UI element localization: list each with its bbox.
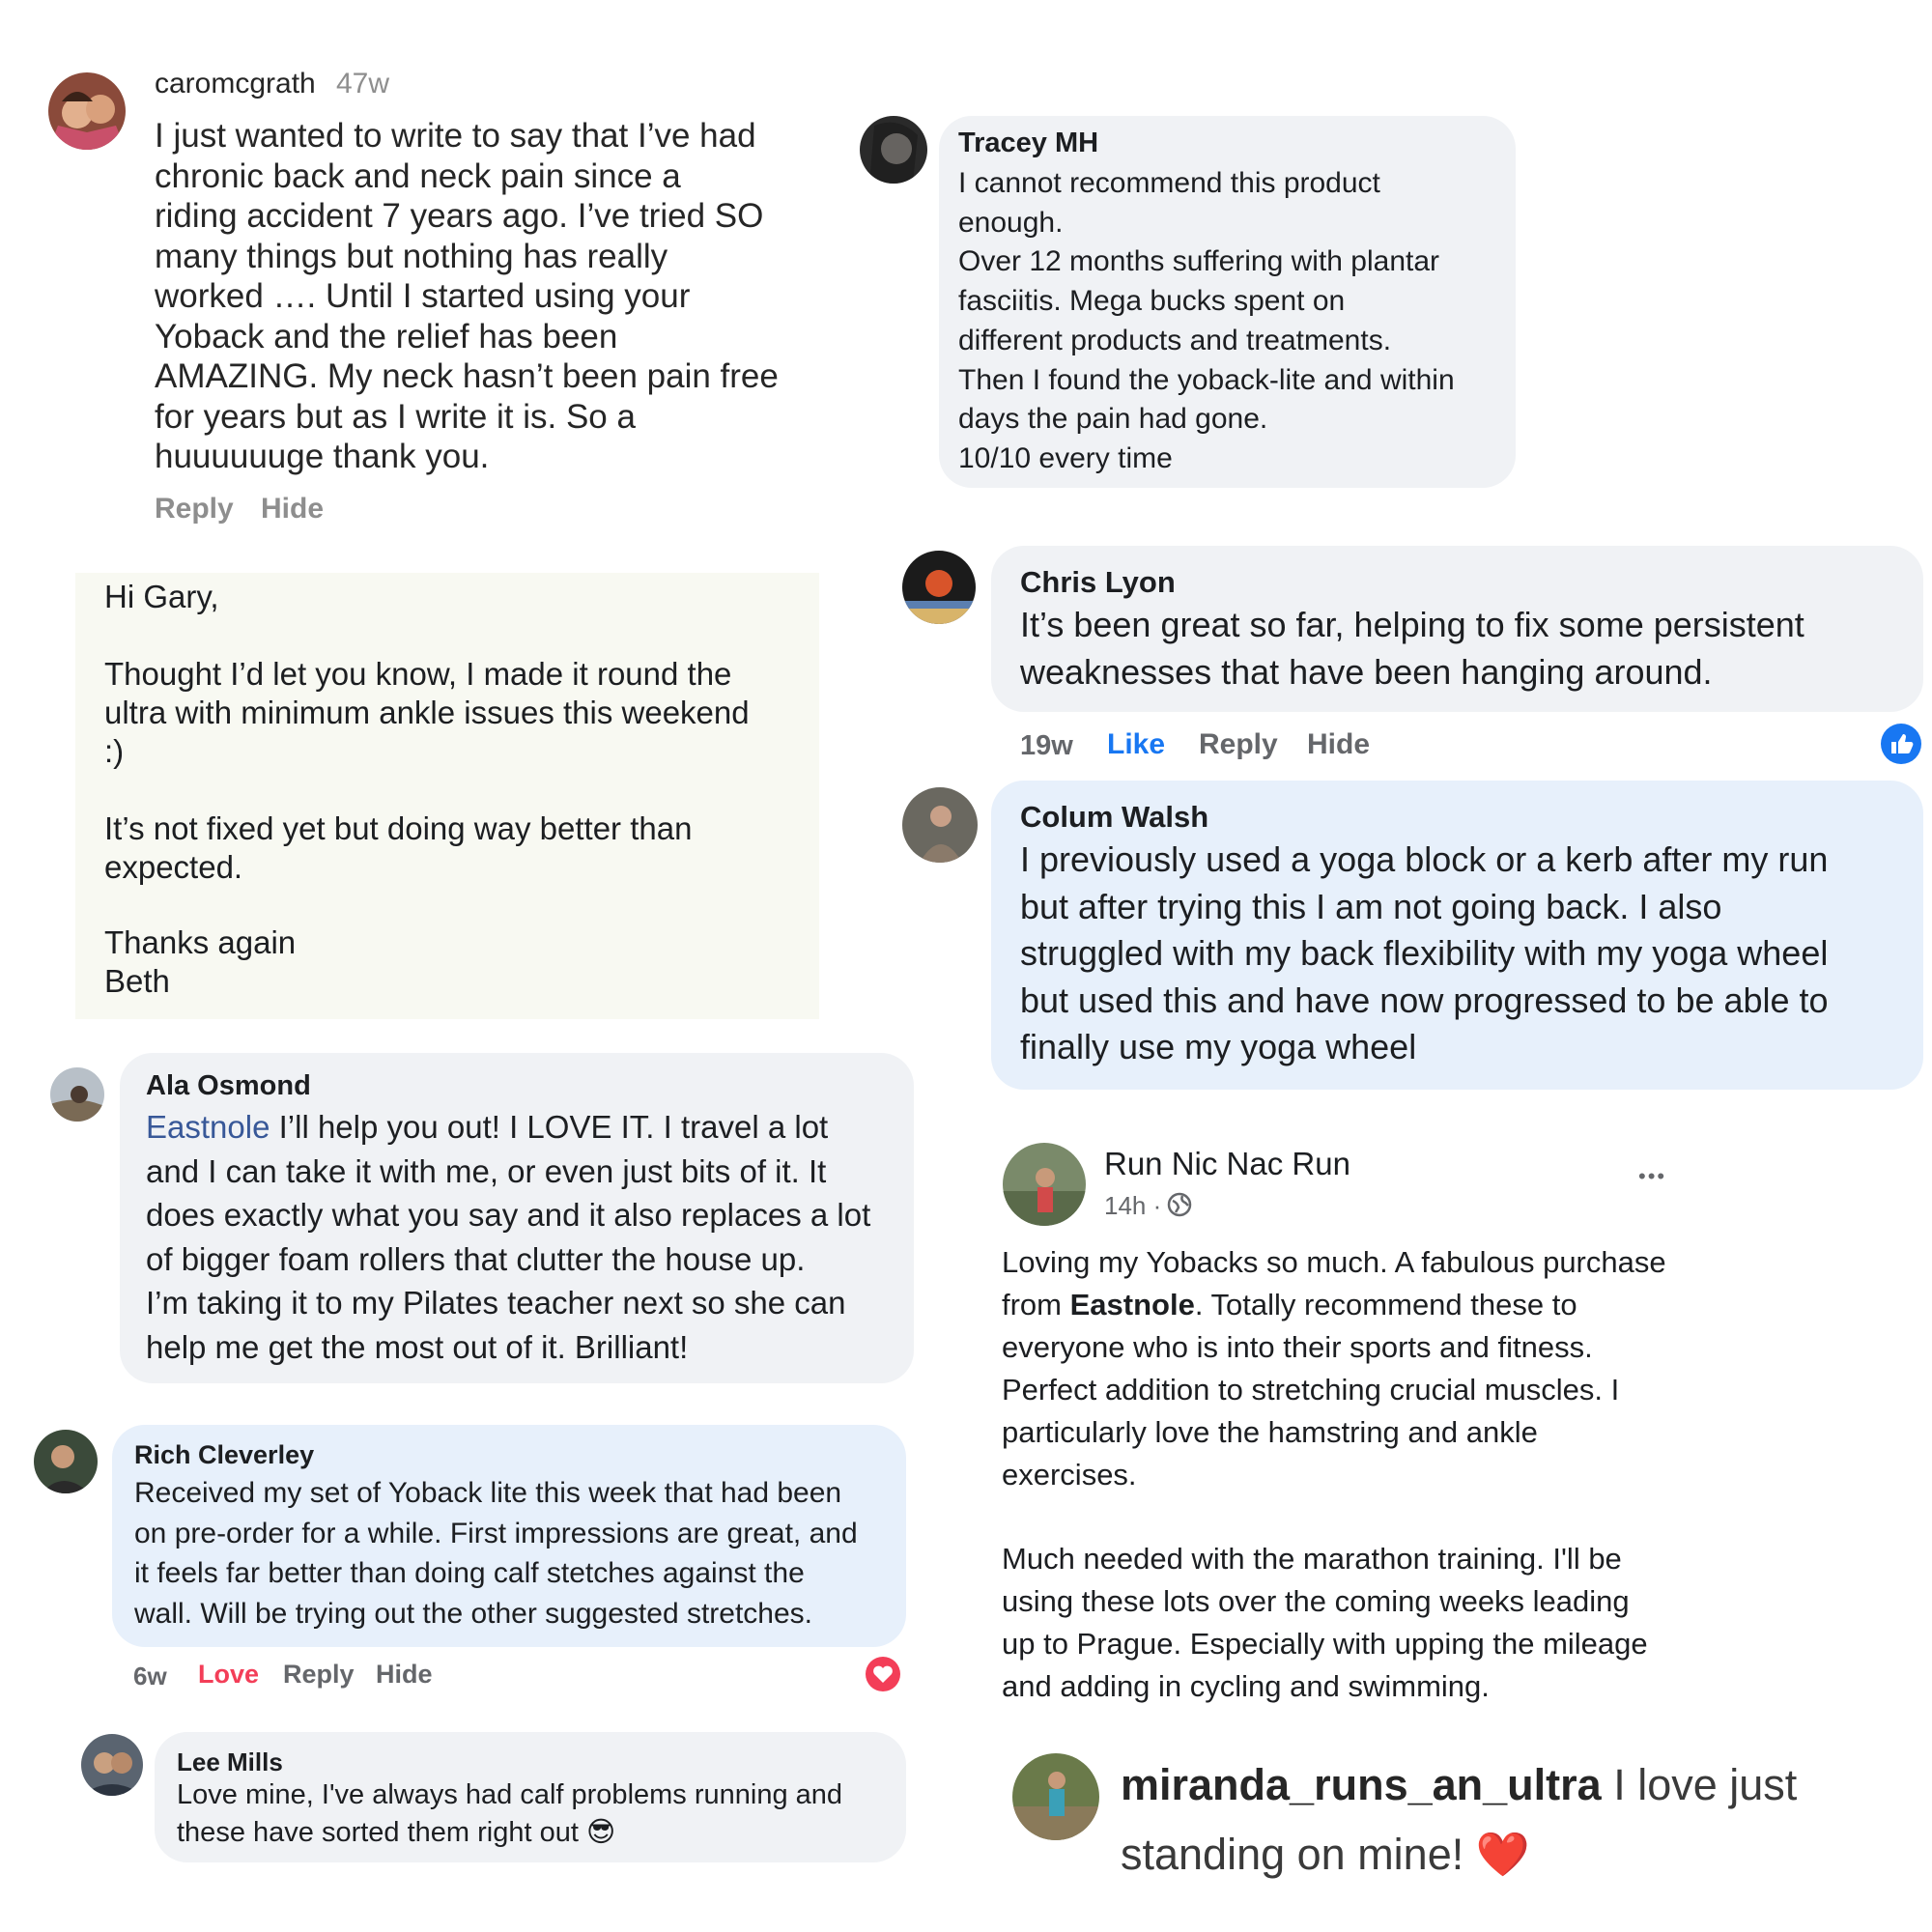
rich-cleverley-love-button[interactable]: Love — [198, 1660, 259, 1690]
lee-mills-comment-bubble: Lee Mills Love mine, I've always had cal… — [155, 1732, 906, 1862]
caromcgrath-avatar[interactable] — [48, 72, 126, 150]
ala-osmond-avatar[interactable] — [50, 1067, 104, 1122]
email-paragraph-1: Thought I’d let you know, I made it roun… — [104, 656, 750, 769]
email-message-card: Hi Gary, Thought I’d let you know, I mad… — [75, 573, 819, 1019]
ala-osmond-comment-text: Eastnole I’ll help you out! I LOVE IT. I… — [146, 1105, 909, 1369]
miranda-comment-line-2: standing on mine! ❤️ — [1121, 1829, 1530, 1880]
miranda-avatar[interactable] — [1012, 1753, 1099, 1840]
email-paragraph-2: It’s not fixed yet but doing way better … — [104, 810, 693, 885]
eastnole-mention-link[interactable]: Eastnole — [146, 1109, 270, 1145]
colum-walsh-comment-text: I previously used a yoga block or a kerb… — [1020, 839, 1829, 1066]
caromcgrath-username[interactable]: caromcgrath — [155, 68, 316, 100]
email-greeting: Hi Gary, — [104, 579, 219, 614]
love-reaction-icon[interactable] — [865, 1656, 901, 1692]
tracey-mh-comment-text: I cannot recommend this product enough. … — [958, 167, 1455, 474]
colum-walsh-comment-bubble: Colum Walsh I previously used a yoga blo… — [991, 781, 1923, 1090]
chris-lyon-time[interactable]: 19w — [1020, 730, 1073, 762]
rich-cleverley-reply-button[interactable]: Reply — [283, 1660, 355, 1690]
run-nic-nac-run-post-text: Loving my Yobacks so much. A fabulous pu… — [1002, 1241, 1678, 1496]
rich-cleverley-name[interactable]: Rich Cleverley — [134, 1440, 314, 1470]
chris-lyon-like-button[interactable]: Like — [1107, 728, 1165, 761]
caromcgrath-hide-button[interactable]: Hide — [261, 493, 324, 526]
ala-osmond-comment-body: I’ll help you out! I LOVE IT. I travel a… — [146, 1109, 871, 1365]
globe-icon — [1167, 1192, 1192, 1217]
ala-osmond-comment-bubble: Ala Osmond Eastnole I’ll help you out! I… — [120, 1053, 914, 1383]
lee-mills-avatar[interactable] — [81, 1734, 143, 1796]
run-nic-nac-run-name[interactable]: Run Nic Nac Run — [1104, 1146, 1350, 1182]
caromcgrath-comment-text: I just wanted to write to say that I’ve … — [155, 117, 779, 475]
chris-lyon-avatar[interactable] — [902, 551, 976, 624]
run-nic-nac-run-post-text-2: Much needed with the marathon training. … — [1002, 1542, 1648, 1703]
chris-lyon-comment-bubble: Chris Lyon It’s been great so far, helpi… — [991, 546, 1923, 712]
lee-mills-name[interactable]: Lee Mills — [177, 1747, 283, 1777]
rich-cleverley-time[interactable]: 6w — [133, 1662, 167, 1691]
rich-cleverley-comment-bubble: Rich Cleverley Received my set of Yoback… — [112, 1425, 906, 1647]
red-heart-emoji-icon: ❤️ — [1475, 1830, 1530, 1879]
eastnole-brand-mention[interactable]: Eastnole — [1070, 1288, 1195, 1321]
like-reaction-icon[interactable] — [1880, 723, 1922, 765]
miranda-comment-line-1: miranda_runs_an_ultra I love just — [1121, 1760, 1797, 1810]
tracey-mh-avatar[interactable] — [860, 116, 927, 184]
miranda-comment-text-2: standing on mine! — [1121, 1830, 1476, 1879]
caromcgrath-reply-button[interactable]: Reply — [155, 493, 234, 526]
miranda-comment-text: I love just — [1601, 1760, 1798, 1809]
chris-lyon-name[interactable]: Chris Lyon — [1020, 565, 1176, 600]
miranda-username[interactable]: miranda_runs_an_ultra — [1121, 1760, 1602, 1809]
colum-walsh-name[interactable]: Colum Walsh — [1020, 800, 1208, 835]
run-nic-nac-run-time[interactable]: 14h · — [1104, 1191, 1161, 1221]
colum-walsh-avatar[interactable] — [902, 787, 978, 863]
rich-cleverley-comment-text: Received my set of Yoback lite this week… — [134, 1477, 858, 1630]
email-signoff: Thanks again Beth — [104, 924, 297, 999]
lee-mills-comment-body: Love mine, I've always had calf problems… — [177, 1779, 843, 1848]
sunglasses-emoji-icon: 😎 — [585, 1817, 616, 1848]
lee-mills-comment-text: Love mine, I've always had calf problems… — [177, 1776, 901, 1852]
tracey-mh-name[interactable]: Tracey MH — [958, 128, 1098, 159]
chris-lyon-reply-button[interactable]: Reply — [1199, 728, 1278, 761]
rich-cleverley-hide-button[interactable]: Hide — [376, 1660, 433, 1690]
caromcgrath-time: 47w — [336, 68, 390, 99]
post-options-menu-button[interactable]: ••• — [1638, 1164, 1666, 1189]
ala-osmond-name[interactable]: Ala Osmond — [146, 1070, 311, 1102]
chris-lyon-comment-text: It’s been great so far, helping to fix s… — [1020, 605, 1804, 692]
run-nic-nac-run-avatar[interactable] — [1003, 1143, 1086, 1226]
rich-cleverley-avatar[interactable] — [34, 1430, 98, 1493]
tracey-mh-comment-bubble: Tracey MH I cannot recommend this produc… — [939, 116, 1516, 488]
chris-lyon-hide-button[interactable]: Hide — [1307, 728, 1370, 761]
